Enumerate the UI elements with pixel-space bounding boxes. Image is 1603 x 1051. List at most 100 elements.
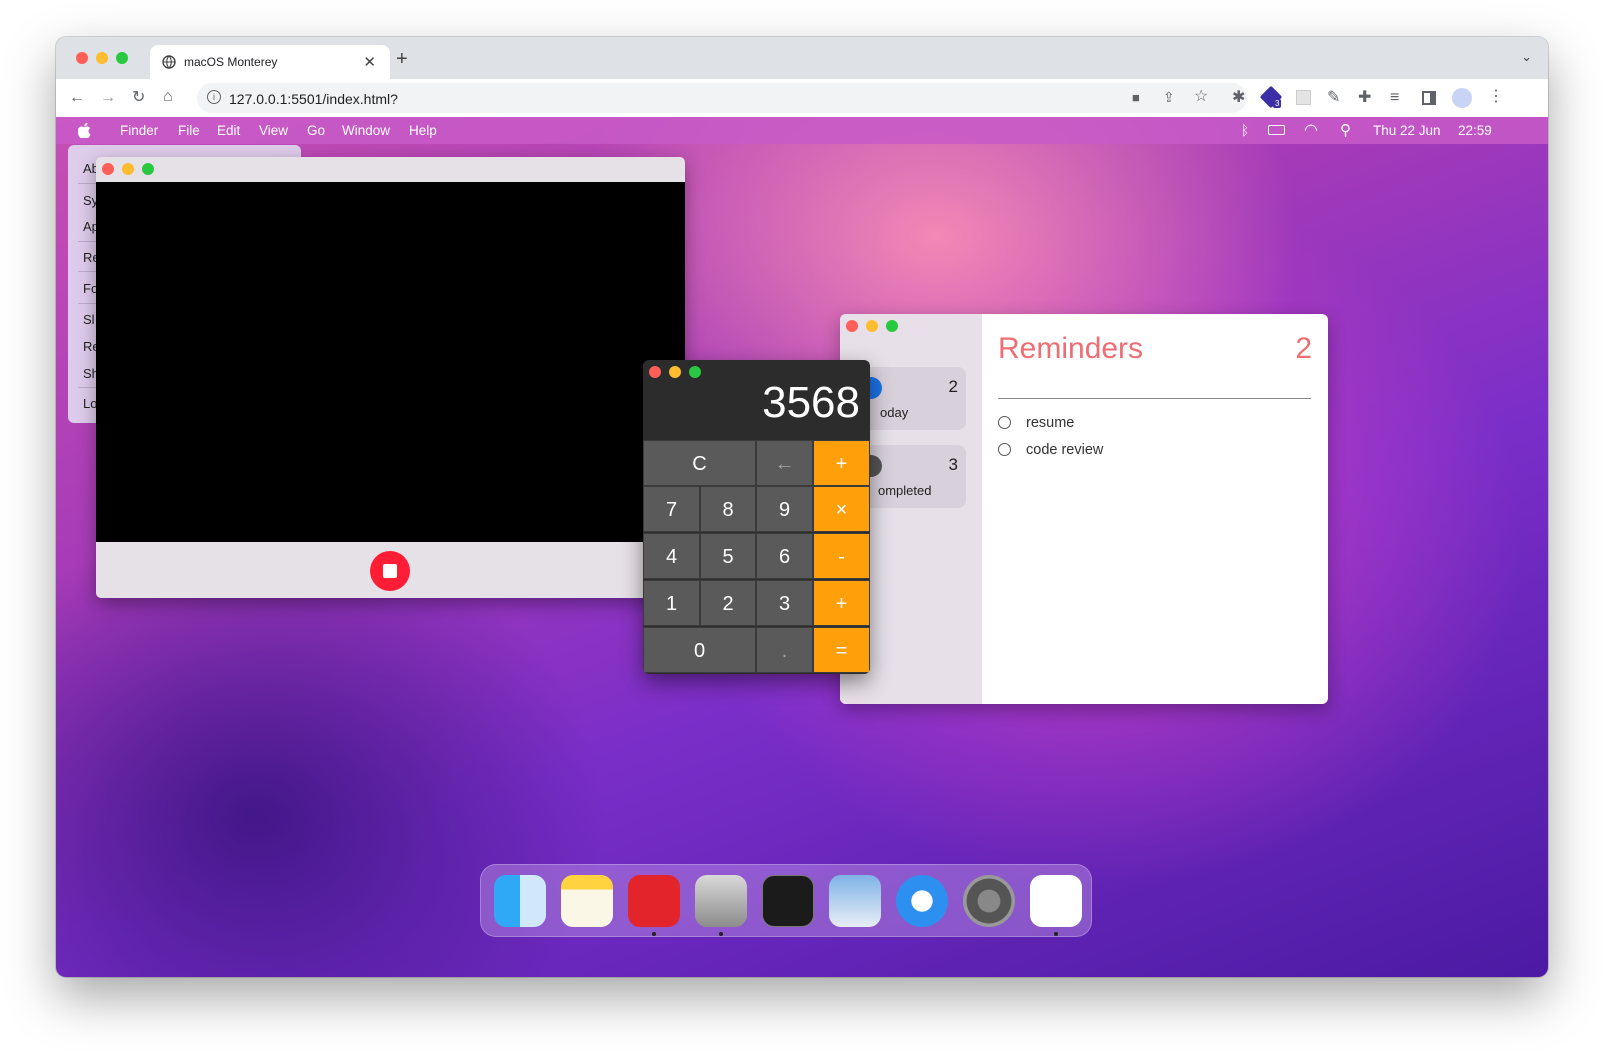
profile-avatar[interactable] [1452, 88, 1472, 108]
eyedropper-icon[interactable]: ✎ [1327, 90, 1340, 106]
apple-menu-item[interactable]: Sl [83, 312, 95, 327]
zoom-window-button[interactable] [142, 163, 154, 175]
chevron-down-icon[interactable]: ⌄ [1521, 49, 1532, 65]
backspace-button[interactable]: ← [756, 440, 813, 486]
zoom-window-button[interactable] [689, 366, 701, 378]
reminders-count: 2 [1295, 332, 1312, 365]
digit-1-button[interactable]: 1 [643, 580, 700, 626]
tab-strip: macOS Monterey ✕ + ⌄ [56, 37, 1548, 79]
close-window-button[interactable] [846, 320, 858, 332]
safari-icon[interactable] [896, 875, 948, 927]
bluetooth-icon[interactable]: ᛒ [1241, 123, 1249, 138]
battery-icon[interactable] [1268, 125, 1285, 135]
terminal-icon[interactable] [762, 875, 814, 927]
equals-button[interactable]: = [813, 627, 870, 673]
reminders-title: Reminders [998, 332, 1144, 365]
forward-icon[interactable]: → [100, 90, 116, 106]
photo-booth-icon[interactable] [628, 875, 680, 927]
url-text: 127.0.0.1:5501/index.html? [229, 91, 398, 107]
menu-view[interactable]: View [259, 123, 288, 138]
calculator-display: 3568 [762, 378, 860, 427]
calculator-window: 3568 C ← + 7 8 9 × 4 5 6 - 1 2 3 + 0 . = [643, 360, 870, 674]
puzzle-extensions-icon[interactable]: ✚ [1358, 90, 1371, 106]
system-preferences-icon[interactable] [963, 875, 1015, 927]
bug-extension-icon[interactable]: ✱ [1232, 90, 1245, 106]
menu-edit[interactable]: Edit [217, 123, 240, 138]
browser-tab[interactable]: macOS Monterey ✕ [150, 45, 390, 79]
grid-extension-icon[interactable] [1296, 90, 1311, 105]
back-icon[interactable]: ← [69, 90, 85, 106]
search-icon[interactable]: ⚲ [1340, 121, 1351, 139]
zoom-window-button[interactable] [116, 52, 128, 64]
side-panel-icon[interactable] [1422, 91, 1436, 105]
address-bar[interactable]: i 127.0.0.1:5501/index.html? ■ ⇪ ☆ [197, 83, 1247, 113]
completed-label: ompleted [878, 483, 932, 498]
digit-8-button[interactable]: 8 [700, 486, 756, 532]
divider [998, 398, 1311, 399]
clear-button[interactable]: C [643, 440, 756, 486]
new-tab-icon[interactable]: + [396, 48, 408, 71]
photo-booth-window [96, 157, 685, 598]
globe-icon [162, 55, 176, 69]
digit-5-button[interactable]: 5 [700, 533, 756, 579]
close-tab-icon[interactable]: ✕ [363, 53, 376, 71]
plus-button[interactable]: + [813, 440, 870, 486]
digit-9-button[interactable]: 9 [756, 486, 813, 532]
more-menu-icon[interactable]: ⋮ [1488, 89, 1504, 105]
reminders-window: 2 oday 3 ompleted Reminders 2 resume cod… [840, 314, 1328, 704]
close-window-button[interactable] [76, 52, 88, 64]
minimize-window-button[interactable] [866, 320, 878, 332]
calculator-icon[interactable] [695, 875, 747, 927]
minimize-window-button[interactable] [122, 163, 134, 175]
reminders-icon[interactable] [1030, 875, 1082, 927]
tab-title: macOS Monterey [184, 55, 278, 69]
reminder-item: resume [998, 415, 1074, 431]
menu-window[interactable]: Window [342, 123, 390, 138]
reminder-checkbox[interactable] [998, 443, 1011, 456]
menubar-time[interactable]: 22:59 [1458, 123, 1492, 138]
preview-icon[interactable] [829, 875, 881, 927]
digit-3-button[interactable]: 3 [756, 580, 813, 626]
reminder-checkbox[interactable] [998, 416, 1011, 429]
reading-list-icon[interactable]: ≡ [1390, 90, 1399, 106]
stop-record-icon[interactable] [370, 551, 410, 591]
running-indicator [652, 932, 656, 936]
running-indicator [719, 932, 723, 936]
extension-badge-count: 3 [1273, 99, 1282, 108]
notes-icon[interactable] [561, 875, 613, 927]
home-icon[interactable]: ⌂ [163, 89, 173, 105]
share-icon[interactable]: ⇪ [1163, 89, 1175, 105]
browser-toolbar: ← → ↻ ⌂ i 127.0.0.1:5501/index.html? ■ ⇪… [56, 79, 1548, 117]
digit-0-button[interactable]: 0 [643, 627, 756, 673]
close-window-button[interactable] [649, 366, 661, 378]
apple-icon[interactable] [78, 123, 91, 138]
site-info-icon[interactable]: i [207, 90, 221, 104]
zoom-window-button[interactable] [886, 320, 898, 332]
menu-file[interactable]: File [178, 123, 200, 138]
minimize-window-button[interactable] [669, 366, 681, 378]
menubar-date[interactable]: Thu 22 Jun [1373, 123, 1441, 138]
minimize-window-button[interactable] [96, 52, 108, 64]
reload-icon[interactable]: ↻ [132, 90, 145, 106]
camera-icon[interactable]: ■ [1132, 90, 1140, 106]
digit-2-button[interactable]: 2 [700, 580, 756, 626]
multiply-button[interactable]: × [813, 486, 870, 532]
close-window-button[interactable] [102, 163, 114, 175]
add-button[interactable]: + [813, 580, 870, 626]
menu-finder[interactable]: Finder [120, 123, 158, 138]
menu-help[interactable]: Help [409, 123, 437, 138]
today-label: oday [880, 405, 909, 420]
reminder-item: code review [998, 442, 1103, 458]
minus-button[interactable]: - [813, 533, 870, 579]
bookmark-star-icon[interactable]: ☆ [1194, 89, 1208, 105]
finder-icon[interactable] [494, 875, 546, 927]
digit-6-button[interactable]: 6 [756, 533, 813, 579]
digit-4-button[interactable]: 4 [643, 533, 700, 579]
reminder-text[interactable]: resume [1026, 415, 1074, 431]
wifi-icon[interactable]: ◠ [1304, 120, 1318, 140]
digit-7-button[interactable]: 7 [643, 486, 700, 532]
menu-go[interactable]: Go [307, 123, 325, 138]
macos-menubar: Finder File Edit View Go Window Help ᛒ ◠… [56, 117, 1548, 144]
reminder-text[interactable]: code review [1026, 442, 1103, 458]
decimal-button[interactable]: . [756, 627, 813, 673]
